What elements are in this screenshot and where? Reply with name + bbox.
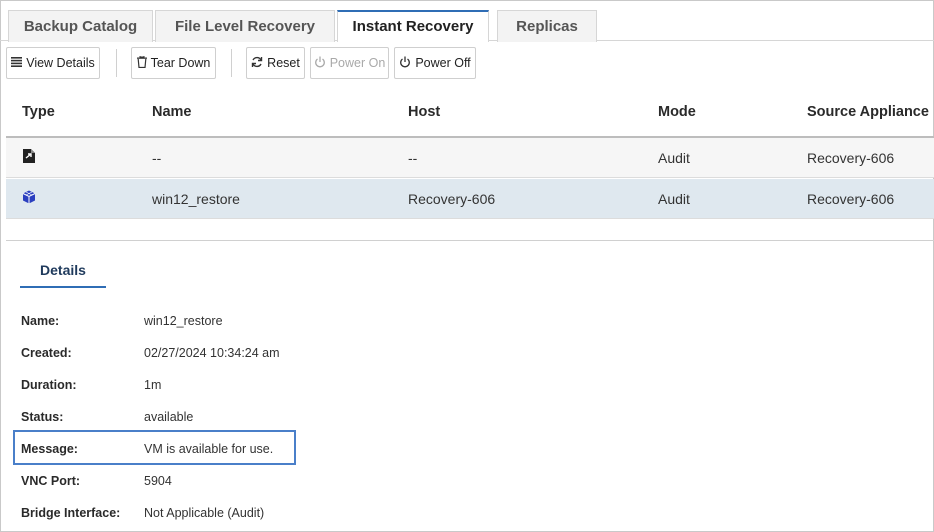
row-host: Recovery-606 xyxy=(408,191,496,207)
column-header-name[interactable]: Name xyxy=(152,104,192,120)
toolbar-divider xyxy=(231,49,232,77)
column-header-source-appliance[interactable]: Source Appliance xyxy=(807,104,929,120)
row-host: -- xyxy=(408,150,418,166)
trash-icon xyxy=(136,55,147,70)
table-row[interactable]: -- -- Audit Recovery-606 xyxy=(6,138,934,178)
column-header-host[interactable]: Host xyxy=(408,104,440,120)
view-details-label: View Details xyxy=(26,56,95,70)
detail-value-created: 02/27/2024 10:34:24 am xyxy=(144,346,280,360)
detail-label-status: Status: xyxy=(21,410,64,424)
row-name: win12_restore xyxy=(152,191,240,207)
file-export-icon xyxy=(22,149,36,166)
column-header-mode[interactable]: Mode xyxy=(658,104,696,120)
power-on-button[interactable]: Power On xyxy=(310,47,389,79)
power-on-label: Power On xyxy=(329,56,386,70)
list-icon xyxy=(11,57,23,69)
detail-value-bridge-interface: Not Applicable (Audit) xyxy=(144,506,265,520)
detail-label-name: Name: xyxy=(21,314,60,328)
tear-down-label: Tear Down xyxy=(150,56,211,70)
detail-label-created: Created: xyxy=(21,346,72,360)
power-icon xyxy=(314,56,326,70)
table-row[interactable]: win12_restore Recovery-606 Audit Recover… xyxy=(6,179,934,219)
power-icon xyxy=(399,56,411,70)
row-name: -- xyxy=(152,150,162,166)
detail-label-bridge-interface: Bridge Interface: xyxy=(21,506,121,520)
tab-bar: Backup Catalog File Level Recovery Insta… xyxy=(0,0,934,42)
row-mode: Audit xyxy=(658,150,690,166)
cube-icon xyxy=(22,190,36,207)
row-source-appliance: Recovery-606 xyxy=(807,191,895,207)
tab-instant-recovery[interactable]: Instant Recovery xyxy=(337,10,489,42)
row-source-appliance: Recovery-606 xyxy=(807,150,895,166)
detail-value-vnc-port: 5904 xyxy=(144,474,172,488)
toolbar-divider xyxy=(116,49,117,77)
reset-label: Reset xyxy=(267,56,300,70)
detail-value-name: win12_restore xyxy=(144,314,223,328)
column-header-type[interactable]: Type xyxy=(22,104,55,120)
tab-details[interactable]: Details xyxy=(20,262,106,288)
power-off-label: Power Off xyxy=(415,56,471,70)
detail-label-vnc-port: VNC Port: xyxy=(21,474,81,488)
detail-value-message: VM is available for use. xyxy=(144,442,274,456)
tab-replicas[interactable]: Replicas xyxy=(497,10,597,42)
row-mode: Audit xyxy=(658,191,690,207)
detail-value-status: available xyxy=(144,410,194,424)
view-details-button[interactable]: View Details xyxy=(6,47,100,79)
tab-file-level-recovery[interactable]: File Level Recovery xyxy=(155,10,335,42)
tab-backup-catalog[interactable]: Backup Catalog xyxy=(8,10,153,42)
power-off-button[interactable]: Power Off xyxy=(394,47,476,79)
detail-label-duration: Duration: xyxy=(21,378,77,392)
tear-down-button[interactable]: Tear Down xyxy=(131,47,216,79)
reset-button[interactable]: Reset xyxy=(246,47,305,79)
table-bottom-divider xyxy=(6,240,934,241)
detail-value-duration: 1m xyxy=(144,378,162,392)
refresh-icon xyxy=(251,56,263,70)
detail-label-message: Message: xyxy=(21,442,78,456)
